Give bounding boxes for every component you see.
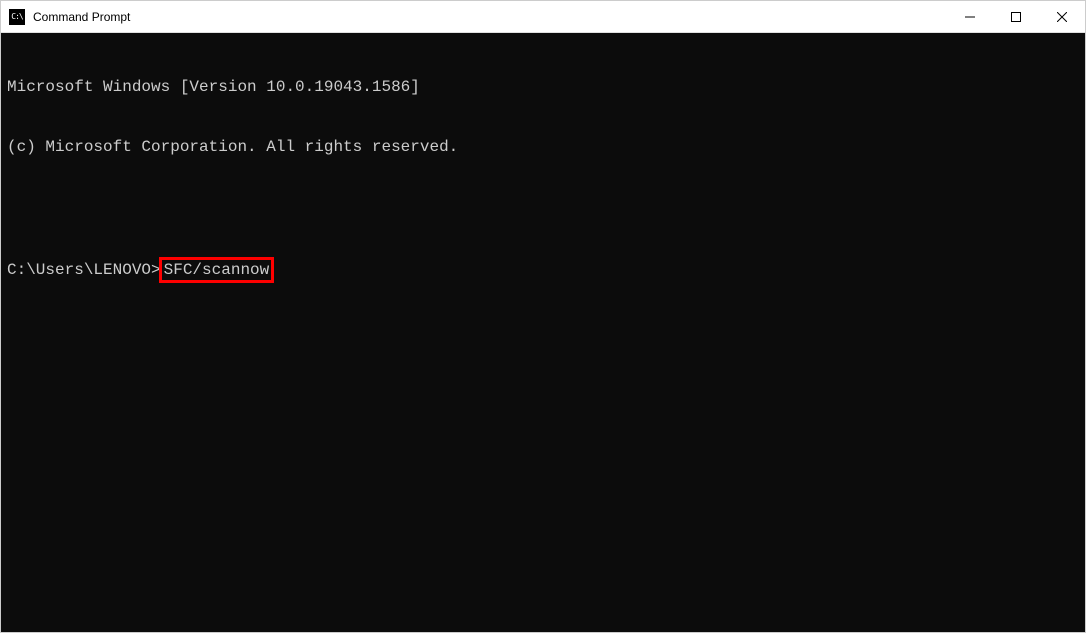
command-text: SFC/scannow xyxy=(164,261,270,279)
terminal-blank-line xyxy=(7,197,1079,217)
minimize-button[interactable] xyxy=(947,1,993,32)
window-title: Command Prompt xyxy=(33,10,947,24)
terminal-output-line: Microsoft Windows [Version 10.0.19043.15… xyxy=(7,77,1079,97)
terminal-area[interactable]: Microsoft Windows [Version 10.0.19043.15… xyxy=(1,33,1085,632)
window-controls xyxy=(947,1,1085,32)
command-prompt-window: C:\ Command Prompt Microsoft Windows xyxy=(0,0,1086,633)
app-icon: C:\ xyxy=(9,9,25,25)
terminal-prompt-line: C:\Users\LENOVO>SFC/scannow xyxy=(7,257,1079,283)
command-highlight: SFC/scannow xyxy=(159,257,275,283)
minimize-icon xyxy=(965,12,975,22)
maximize-button[interactable] xyxy=(993,1,1039,32)
terminal-output-line: (c) Microsoft Corporation. All rights re… xyxy=(7,137,1079,157)
titlebar[interactable]: C:\ Command Prompt xyxy=(1,1,1085,33)
close-icon xyxy=(1057,12,1067,22)
close-button[interactable] xyxy=(1039,1,1085,32)
maximize-icon xyxy=(1011,12,1021,22)
prompt-text: C:\Users\LENOVO> xyxy=(7,261,161,279)
